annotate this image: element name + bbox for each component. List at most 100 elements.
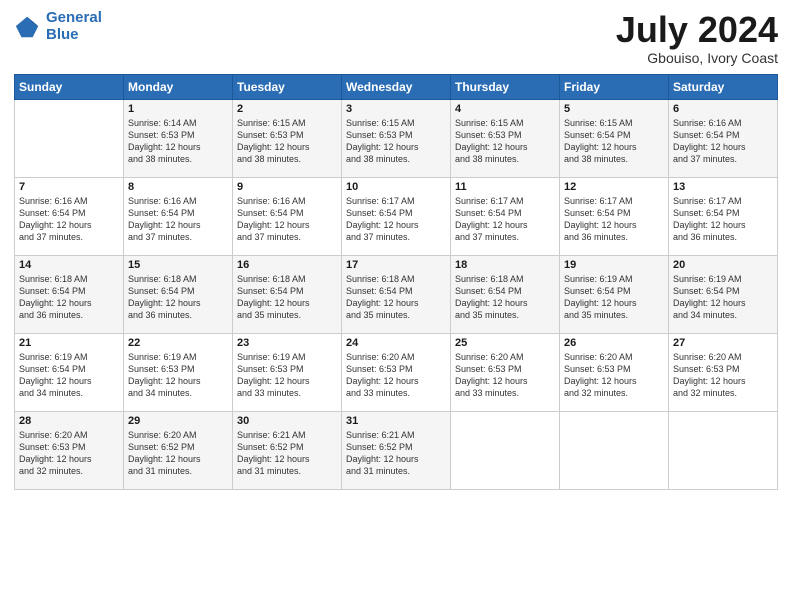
day-info: Sunrise: 6:16 AM Sunset: 6:54 PM Dayligh…: [19, 195, 119, 244]
calendar-cell: 12Sunrise: 6:17 AM Sunset: 6:54 PM Dayli…: [560, 177, 669, 255]
day-number: 10: [346, 181, 446, 193]
calendar-cell: 5 Sunrise: 6:15 AM Sunset: 6:54 PM Daylig…: [560, 99, 669, 177]
calendar-cell: [560, 411, 669, 489]
day-info: Sunrise: 6:15 AM Sunset: 6:53 PM Dayligh…: [346, 117, 446, 166]
calendar-cell: 2 Sunrise: 6:15 AM Sunset: 6:53 PM Daylig…: [233, 99, 342, 177]
day-number: 3: [346, 103, 446, 115]
day-number: 11: [455, 181, 555, 193]
day-number: 18: [455, 259, 555, 271]
month-title: July 2024: [616, 10, 778, 50]
day-number: 19: [564, 259, 664, 271]
calendar-cell: 29 Sunrise: 6:20 AM Sunset: 6:52 PM Dayli…: [124, 411, 233, 489]
day-info: Sunrise: 6:19 AM Sunset: 6:53 PM Dayligh…: [237, 351, 337, 400]
calendar-cell: 18 Sunrise: 6:18 AM Sunset: 6:54 PM Dayli…: [451, 255, 560, 333]
day-number: 31: [346, 415, 446, 427]
day-number: 15: [128, 259, 228, 271]
day-number: 23: [237, 337, 337, 349]
day-number: 24: [346, 337, 446, 349]
calendar-cell: 19 Sunrise: 6:19 AM Sunset: 6:54 PM Dayli…: [560, 255, 669, 333]
day-header-thursday: Thursday: [451, 74, 560, 99]
calendar-cell: 16Sunrise: 6:18 AM Sunset: 6:54 PM Dayli…: [233, 255, 342, 333]
day-number: 29: [128, 415, 228, 427]
day-info: Sunrise: 6:17 AM Sunset: 6:54 PM Dayligh…: [673, 195, 773, 244]
day-header-sunday: Sunday: [15, 74, 124, 99]
calendar-cell: 22Sunrise: 6:19 AM Sunset: 6:53 PM Dayli…: [124, 333, 233, 411]
title-block: July 2024 Gbouiso, Ivory Coast: [616, 10, 778, 66]
day-number: 8: [128, 181, 228, 193]
day-info: Sunrise: 6:19 AM Sunset: 6:54 PM Dayligh…: [19, 351, 119, 400]
calendar-cell: [669, 411, 778, 489]
calendar-cell: 23 Sunrise: 6:19 AM Sunset: 6:53 PM Dayli…: [233, 333, 342, 411]
day-info: Sunrise: 6:18 AM Sunset: 6:54 PM Dayligh…: [128, 273, 228, 322]
header-row: SundayMondayTuesdayWednesdayThursdayFrid…: [15, 74, 778, 99]
day-number: 16: [237, 259, 337, 271]
calendar-cell: 14 Sunrise: 6:18 AM Sunset: 6:54 PM Dayli…: [15, 255, 124, 333]
day-info: Sunrise: 6:20 AM Sunset: 6:53 PM Dayligh…: [455, 351, 555, 400]
logo-text: General Blue: [46, 10, 102, 43]
day-number: 4: [455, 103, 555, 115]
day-number: 20: [673, 259, 773, 271]
day-number: 9: [237, 181, 337, 193]
location: Gbouiso, Ivory Coast: [616, 50, 778, 66]
calendar-cell: 9 Sunrise: 6:16 AM Sunset: 6:54 PM Daylig…: [233, 177, 342, 255]
day-header-saturday: Saturday: [669, 74, 778, 99]
day-info: Sunrise: 6:16 AM Sunset: 6:54 PM Dayligh…: [237, 195, 337, 244]
calendar-cell: 15 Sunrise: 6:18 AM Sunset: 6:54 PM Dayli…: [124, 255, 233, 333]
day-info: Sunrise: 6:15 AM Sunset: 6:53 PM Dayligh…: [237, 117, 337, 166]
day-number: 30: [237, 415, 337, 427]
day-number: 7: [19, 181, 119, 193]
calendar-cell: 26Sunrise: 6:20 AM Sunset: 6:53 PM Dayli…: [560, 333, 669, 411]
calendar-cell: 20Sunrise: 6:19 AM Sunset: 6:54 PM Dayli…: [669, 255, 778, 333]
day-number: 25: [455, 337, 555, 349]
calendar-table: SundayMondayTuesdayWednesdayThursdayFrid…: [14, 74, 778, 490]
calendar-cell: 6Sunrise: 6:16 AM Sunset: 6:54 PM Daylig…: [669, 99, 778, 177]
week-row-5: 28 Sunrise: 6:20 AM Sunset: 6:53 PM Dayli…: [15, 411, 778, 489]
day-info: Sunrise: 6:20 AM Sunset: 6:53 PM Dayligh…: [564, 351, 664, 400]
day-number: 2: [237, 103, 337, 115]
day-info: Sunrise: 6:14 AM Sunset: 6:53 PM Dayligh…: [128, 117, 228, 166]
day-info: Sunrise: 6:20 AM Sunset: 6:53 PM Dayligh…: [673, 351, 773, 400]
day-info: Sunrise: 6:16 AM Sunset: 6:54 PM Dayligh…: [673, 117, 773, 166]
calendar-cell: 3 Sunrise: 6:15 AM Sunset: 6:53 PM Daylig…: [342, 99, 451, 177]
calendar-cell: 11 Sunrise: 6:17 AM Sunset: 6:54 PM Dayli…: [451, 177, 560, 255]
page: General Blue July 2024 Gbouiso, Ivory Co…: [0, 0, 792, 500]
week-row-3: 14 Sunrise: 6:18 AM Sunset: 6:54 PM Dayli…: [15, 255, 778, 333]
day-info: Sunrise: 6:17 AM Sunset: 6:54 PM Dayligh…: [455, 195, 555, 244]
calendar-cell: 10 Sunrise: 6:17 AM Sunset: 6:54 PM Dayli…: [342, 177, 451, 255]
day-info: Sunrise: 6:16 AM Sunset: 6:54 PM Dayligh…: [128, 195, 228, 244]
day-header-monday: Monday: [124, 74, 233, 99]
calendar-cell: 24 Sunrise: 6:20 AM Sunset: 6:53 PM Dayli…: [342, 333, 451, 411]
logo-icon: [14, 13, 42, 41]
calendar-cell: [451, 411, 560, 489]
week-row-4: 21 Sunrise: 6:19 AM Sunset: 6:54 PM Dayli…: [15, 333, 778, 411]
day-number: 27: [673, 337, 773, 349]
day-info: Sunrise: 6:19 AM Sunset: 6:54 PM Dayligh…: [564, 273, 664, 322]
day-info: Sunrise: 6:20 AM Sunset: 6:53 PM Dayligh…: [346, 351, 446, 400]
day-header-wednesday: Wednesday: [342, 74, 451, 99]
day-info: Sunrise: 6:20 AM Sunset: 6:53 PM Dayligh…: [19, 429, 119, 478]
week-row-1: 1Sunrise: 6:14 AM Sunset: 6:53 PM Daylig…: [15, 99, 778, 177]
calendar-cell: 4 Sunrise: 6:15 AM Sunset: 6:53 PM Daylig…: [451, 99, 560, 177]
day-info: Sunrise: 6:17 AM Sunset: 6:54 PM Dayligh…: [346, 195, 446, 244]
calendar-cell: 27 Sunrise: 6:20 AM Sunset: 6:53 PM Dayli…: [669, 333, 778, 411]
day-info: Sunrise: 6:19 AM Sunset: 6:53 PM Dayligh…: [128, 351, 228, 400]
calendar-cell: 21 Sunrise: 6:19 AM Sunset: 6:54 PM Dayli…: [15, 333, 124, 411]
day-info: Sunrise: 6:15 AM Sunset: 6:53 PM Dayligh…: [455, 117, 555, 166]
calendar-cell: 25 Sunrise: 6:20 AM Sunset: 6:53 PM Dayli…: [451, 333, 560, 411]
day-number: 21: [19, 337, 119, 349]
day-number: 12: [564, 181, 664, 193]
day-number: 14: [19, 259, 119, 271]
day-number: 5: [564, 103, 664, 115]
day-info: Sunrise: 6:18 AM Sunset: 6:54 PM Dayligh…: [455, 273, 555, 322]
day-info: Sunrise: 6:18 AM Sunset: 6:54 PM Dayligh…: [19, 273, 119, 322]
day-info: Sunrise: 6:21 AM Sunset: 6:52 PM Dayligh…: [346, 429, 446, 478]
day-info: Sunrise: 6:15 AM Sunset: 6:54 PM Dayligh…: [564, 117, 664, 166]
week-row-2: 7 Sunrise: 6:16 AM Sunset: 6:54 PM Daylig…: [15, 177, 778, 255]
calendar-cell: [15, 99, 124, 177]
day-info: Sunrise: 6:20 AM Sunset: 6:52 PM Dayligh…: [128, 429, 228, 478]
calendar-cell: 31 Sunrise: 6:21 AM Sunset: 6:52 PM Dayli…: [342, 411, 451, 489]
day-info: Sunrise: 6:18 AM Sunset: 6:54 PM Dayligh…: [346, 273, 446, 322]
calendar-cell: 17Sunrise: 6:18 AM Sunset: 6:54 PM Dayli…: [342, 255, 451, 333]
calendar-cell: 1Sunrise: 6:14 AM Sunset: 6:53 PM Daylig…: [124, 99, 233, 177]
day-number: 28: [19, 415, 119, 427]
